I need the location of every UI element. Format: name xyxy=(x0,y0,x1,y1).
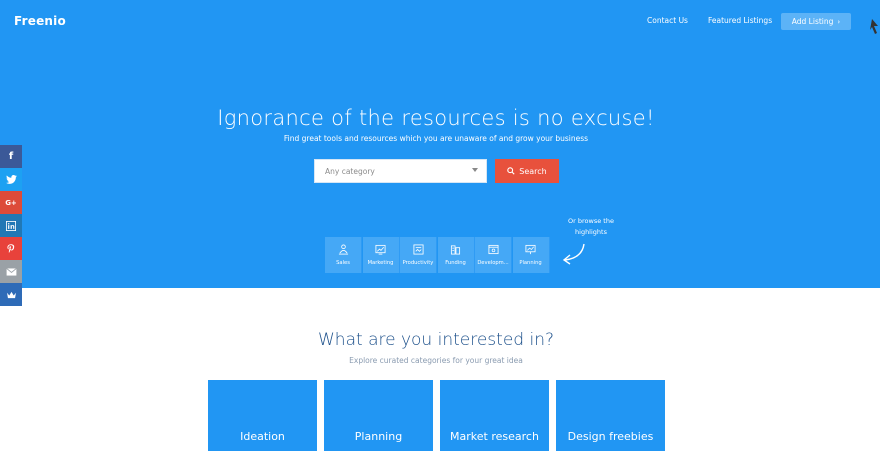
user-group-icon xyxy=(338,244,348,255)
highlight-label: Sales xyxy=(336,260,350,266)
highlight-label: Developm... xyxy=(477,260,509,266)
tile-market-research[interactable]: Market research xyxy=(440,380,549,451)
tile-label: Design freebies xyxy=(567,430,654,443)
highlight-planning[interactable]: Planning xyxy=(512,237,550,273)
highlight-development[interactable]: Developm... xyxy=(475,237,512,273)
tile-design-freebies[interactable]: Design freebies xyxy=(556,380,665,451)
email-icon[interactable] xyxy=(0,260,22,283)
linkedin-icon[interactable] xyxy=(0,214,22,237)
browse-highlights-text: Or browse the highlights xyxy=(568,217,614,236)
highlight-label: Funding xyxy=(445,260,466,266)
highlight-funding[interactable]: Funding xyxy=(437,237,475,273)
pinterest-icon[interactable] xyxy=(0,237,22,260)
highlight-label: Planning xyxy=(519,260,542,266)
hero-banner: Freenio Contact Us Featured Listings Add… xyxy=(0,0,880,288)
building-icon xyxy=(450,245,461,255)
highlight-marketing[interactable]: Marketing xyxy=(362,237,400,273)
twitter-icon[interactable] xyxy=(0,168,22,191)
tile-label: Planning xyxy=(354,430,403,443)
clipboard-icon xyxy=(413,244,423,255)
highlight-productivity[interactable]: Productivity xyxy=(400,237,437,273)
nav-contact-link[interactable]: Contact Us xyxy=(647,16,688,25)
interest-tiles: Ideation Planning Market research Design… xyxy=(208,380,665,451)
tile-label: Ideation xyxy=(240,430,285,443)
search-button[interactable]: Search xyxy=(495,159,559,183)
search-icon xyxy=(507,167,515,175)
add-listing-label: Add Listing xyxy=(791,17,834,26)
interests-subtitle: Explore curated categories for your grea… xyxy=(349,356,523,365)
google-plus-icon[interactable]: G+ xyxy=(0,191,22,214)
tile-ideation[interactable]: Ideation xyxy=(208,380,317,451)
caret-down-icon xyxy=(472,168,478,172)
nav-featured-listings-link[interactable]: Featured Listings xyxy=(708,16,772,25)
hero-subtitle: Find great tools and resources which you… xyxy=(283,134,589,143)
crown-icon[interactable] xyxy=(0,283,22,306)
site-logo[interactable]: Freenio xyxy=(14,14,66,28)
highlight-label: Marketing xyxy=(367,260,394,266)
tile-planning[interactable]: Planning xyxy=(324,380,433,451)
scrollbar-handle[interactable] xyxy=(870,18,880,36)
whiteboard-icon xyxy=(525,244,536,255)
add-listing-button[interactable]: Add Listing › xyxy=(781,13,851,30)
curved-arrow-icon xyxy=(562,243,585,265)
tile-label: Market research xyxy=(450,430,539,443)
interests-title: What are you interested in? xyxy=(318,330,554,350)
highlight-label: Productivity xyxy=(402,260,434,266)
hero-title: Ignorance of the resources is no excuse! xyxy=(217,106,655,130)
chart-up-icon xyxy=(375,244,386,255)
highlight-sales[interactable]: Sales xyxy=(325,237,362,273)
facebook-icon[interactable]: f xyxy=(0,145,22,168)
chevron-right-icon: › xyxy=(837,17,841,26)
highlights-bar: Sales Marketing Productivity Funding Dev… xyxy=(325,237,550,273)
search-button-label: Search xyxy=(519,166,547,176)
code-window-icon xyxy=(488,244,498,255)
social-share-bar: f G+ xyxy=(0,145,22,306)
category-select-value: Any category xyxy=(325,166,375,176)
category-select[interactable]: Any category xyxy=(314,159,487,183)
